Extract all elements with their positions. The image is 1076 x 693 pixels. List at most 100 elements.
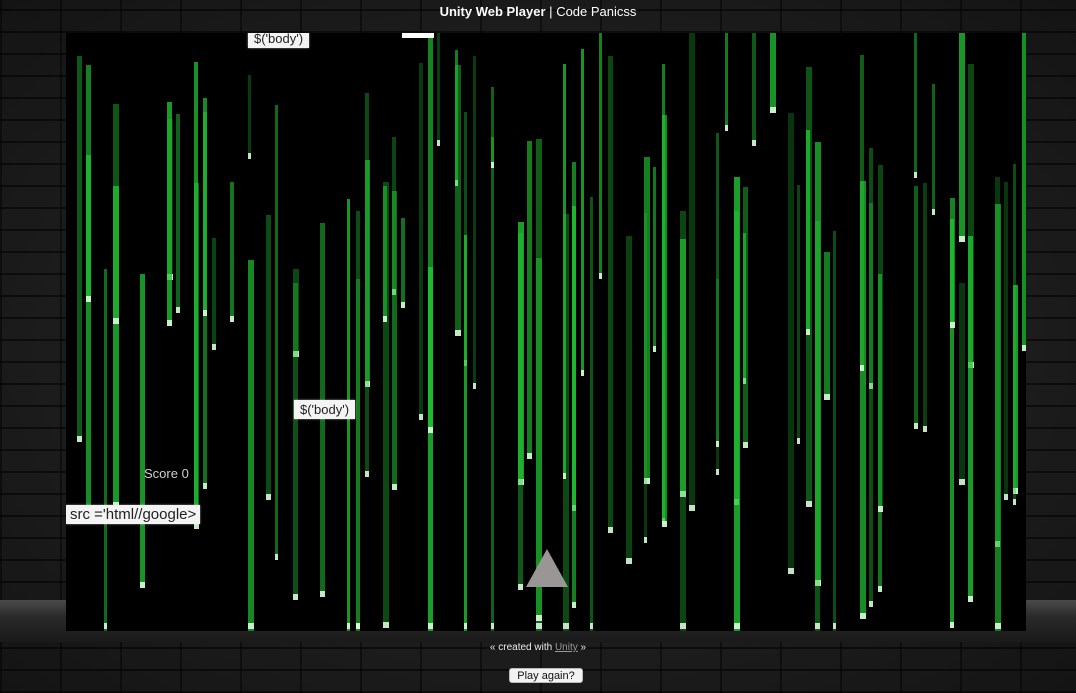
rain-stream: [392, 191, 397, 490]
rain-stream: [770, 33, 776, 113]
rain-head: [815, 623, 820, 629]
rain-stream: [815, 221, 820, 631]
rain-head: [680, 623, 686, 629]
rain-head: [86, 296, 91, 302]
rain-head: [275, 554, 278, 560]
game-canvas[interactable]: $('body') $('body') src ='html//google> …: [66, 33, 1026, 631]
rain-stream: [797, 185, 800, 444]
rain-head: [383, 316, 387, 322]
rain-head: [527, 453, 532, 459]
rain-stream: [275, 105, 278, 560]
rain-stream: [806, 130, 810, 335]
rain-stream: [626, 236, 632, 564]
rain-head: [959, 236, 965, 242]
falling-code-block: $('body'): [248, 33, 310, 48]
rain-stream: [527, 141, 532, 459]
rain-head: [653, 346, 656, 352]
rain-head: [572, 602, 576, 608]
rain-stream: [383, 186, 387, 322]
player-ship: [526, 549, 568, 587]
rain-stream: [113, 104, 119, 324]
matrix-rain: [77, 33, 1026, 631]
rain-head: [743, 442, 748, 448]
rain-stream: [968, 236, 973, 602]
rain-head: [599, 273, 602, 279]
rain-stream: [950, 198, 955, 328]
rain-stream: [140, 274, 145, 588]
rain-head: [1022, 345, 1026, 351]
rain-stream: [959, 33, 965, 242]
rain-head: [491, 623, 494, 629]
rain-stream: [491, 137, 494, 631]
rain-stream: [104, 269, 107, 631]
rain-stream: [194, 183, 199, 529]
rain-head: [878, 586, 882, 592]
page-title: Unity Web Player | Code Panicss: [0, 4, 1076, 19]
rain-head: [788, 568, 794, 574]
rain-head: [806, 329, 810, 335]
rain-head: [860, 365, 864, 371]
rain-stream: [932, 84, 935, 215]
rain-head: [473, 383, 476, 389]
rain-head: [113, 318, 119, 324]
rain-stream: [419, 63, 423, 420]
rain-head: [950, 322, 955, 328]
rain-head: [725, 125, 728, 131]
play-again-button[interactable]: Play again?: [509, 668, 583, 683]
rain-head: [833, 623, 836, 629]
rain-head: [293, 594, 298, 600]
rain-stream: [833, 231, 836, 631]
unity-link[interactable]: Unity: [555, 642, 578, 653]
rain-head: [176, 307, 180, 313]
rain-stream: [455, 65, 461, 336]
rain-head: [212, 344, 216, 350]
rain-head: [923, 426, 927, 432]
rain-head: [563, 623, 569, 629]
rain-head: [266, 494, 271, 500]
rain-head: [581, 370, 584, 376]
rain-head: [356, 623, 360, 629]
rain-stream: [824, 252, 830, 400]
rain-head: [419, 414, 423, 420]
rain-head: [959, 479, 965, 485]
rain-stream: [599, 33, 602, 279]
rain-stream: [590, 197, 593, 631]
rain-stream: [401, 218, 405, 308]
rain-head: [608, 527, 613, 533]
rain-head: [716, 441, 719, 447]
rain-stream: [365, 93, 369, 477]
rain-head: [428, 427, 433, 433]
rain-head: [464, 623, 467, 629]
rain-stream: [653, 167, 656, 352]
rain-head: [518, 584, 523, 590]
rain-stream: [473, 56, 476, 389]
rain-stream: [869, 203, 873, 607]
rain-stream: [167, 102, 172, 326]
rain-stream: [572, 162, 576, 608]
footer-prefix: « created with: [489, 642, 553, 653]
rain-stream: [293, 283, 298, 600]
rain-head: [401, 302, 405, 308]
rain-stream: [1004, 182, 1008, 500]
rain-stream: [734, 177, 740, 631]
rain-stream: [1013, 164, 1016, 505]
rain-head: [392, 484, 397, 490]
rain-head: [860, 613, 866, 619]
rain-stream: [743, 187, 748, 448]
rain-head: [77, 436, 82, 442]
rain-stream: [86, 65, 91, 302]
rain-head: [437, 140, 440, 146]
footer-credit: « created with Unity »: [0, 642, 1076, 653]
rain-stream: [689, 33, 695, 511]
rain-stream: [608, 56, 613, 533]
rain-head: [914, 423, 918, 429]
rain-stream: [644, 213, 647, 543]
rain-head: [626, 558, 632, 564]
rain-head: [230, 316, 234, 322]
rain-head: [932, 209, 935, 215]
rain-head: [770, 107, 776, 113]
rain-head: [1004, 494, 1008, 500]
rain-head: [140, 582, 145, 588]
rain-stream: [176, 114, 180, 313]
rain-stream: [212, 238, 216, 350]
